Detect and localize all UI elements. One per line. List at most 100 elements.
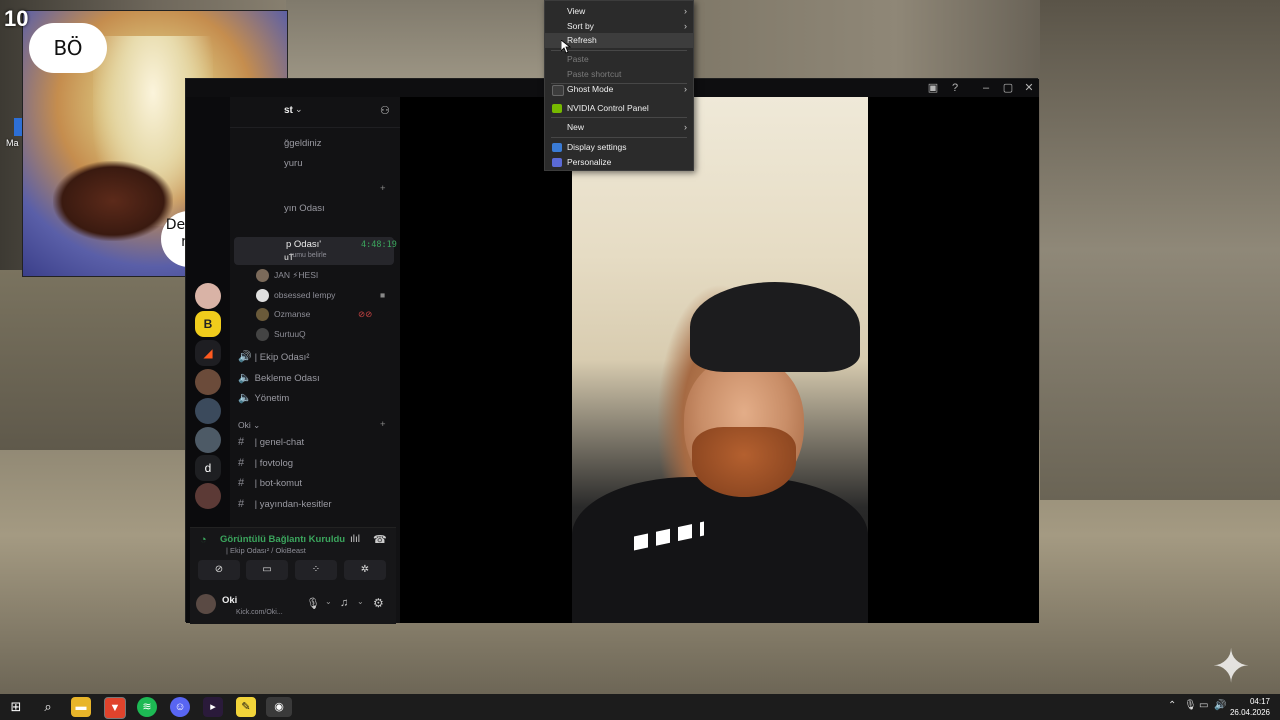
settings-gear-icon[interactable]: ⚙ (373, 596, 384, 610)
display-icon (552, 143, 562, 152)
close-button[interactable]: ✕ (1022, 81, 1036, 95)
minimize-button[interactable]: – (979, 81, 993, 95)
meme-speech-bubble-top: BÖ (29, 23, 107, 73)
channel-item-active-voice[interactable]: p Odası' 4:48:19 rumu belirle (234, 237, 397, 265)
add-channel-icon[interactable]: + (380, 180, 386, 198)
chevron-down-icon[interactable]: ⌄ (325, 597, 332, 606)
voice-channel-admin[interactable]: 🔈 Yönetim (238, 389, 289, 407)
microphone-icon[interactable]: 🎙 (1184, 700, 1197, 711)
server-icon-d[interactable]: d (195, 455, 221, 481)
chevron-right-icon: › (684, 84, 687, 94)
voice-channel-waiting[interactable]: 🔈 Bekleme Odası (238, 369, 320, 387)
chevron-right-icon: › (684, 21, 687, 31)
hashtag-icon: # (238, 457, 245, 469)
menu-item-view[interactable]: View › (545, 4, 693, 19)
volume-icon[interactable]: 🔊 (1214, 700, 1226, 711)
voice-member-2[interactable]: obsessed lempy (256, 287, 335, 303)
muted-icon: ⊘⊘ (358, 309, 373, 319)
add-member-icon[interactable]: ⚇ (380, 104, 390, 117)
soundboard-button[interactable]: ✲ (344, 560, 386, 580)
menu-item-display-settings[interactable]: Display settings (545, 140, 693, 155)
server-icon-1[interactable] (195, 283, 221, 309)
personalize-icon (552, 158, 562, 167)
voice-member-3[interactable]: Ozmanse (256, 306, 310, 322)
speaker-icon: 🔊 (238, 351, 252, 363)
text-channel-bot[interactable]: # | bot-komut (238, 474, 302, 492)
channel-item-stream-room[interactable]: yın Odası (284, 200, 325, 218)
voice-member-1[interactable]: JAN ⚡HESI (256, 267, 318, 283)
text-channel-fovtolog[interactable]: # | fovtolog (238, 454, 293, 472)
voice-channel-ekip[interactable]: 🔊 | Ekip Odası² (238, 348, 309, 366)
server-header[interactable]: st ⌄ ⚇ (230, 97, 400, 128)
clock[interactable]: 04:17 26.04.2026 (1226, 696, 1270, 718)
menu-item-paste-shortcut[interactable]: Paste shortcut (545, 67, 693, 82)
menu-item-personalize[interactable]: Personalize (545, 155, 693, 170)
text-channel-general[interactable]: # | genel-chat (238, 433, 304, 451)
category-header[interactable]: Oki ⌄ (238, 416, 260, 434)
menu-item-label: Sort by (567, 21, 594, 31)
camera-toggle-button[interactable]: ⊘ (198, 560, 240, 580)
help-icon[interactable]: ? (948, 81, 962, 95)
chevron-down-icon: ⌄ (295, 104, 303, 114)
user-panel: Oki Kick.com/Oki... 🎙 ⌄ ♫ ⌄ ⚙ (190, 588, 396, 624)
activities-button[interactable]: ⁘ (295, 560, 337, 580)
voice-status-text[interactable]: Görüntülü Bağlantı Kuruldu (220, 534, 345, 545)
chevron-down-icon[interactable]: ⌄ (357, 597, 364, 606)
server-icon-3[interactable]: ◢ (195, 340, 221, 366)
speaker-icon: 🔈 (238, 372, 252, 384)
file-explorer-icon[interactable]: ▬ (71, 697, 91, 717)
menu-item-label: Personalize (567, 157, 612, 167)
menu-item-label: View (567, 6, 586, 16)
network-icon[interactable]: ▭ (1199, 700, 1208, 711)
menu-item-label: NVIDIA Control Panel (567, 103, 649, 113)
inbox-icon[interactable]: ▣ (926, 81, 940, 95)
member-name: Ozmanse (274, 309, 311, 319)
voice-member-4[interactable]: SurtuuQ (256, 326, 306, 342)
text-channel-label: | yayından-kesitler (254, 499, 332, 510)
brave-browser-icon[interactable]: ▼ (104, 697, 126, 719)
video-feed[interactable] (572, 97, 868, 623)
server-icon-7[interactable] (195, 483, 221, 509)
spotify-icon[interactable]: ≋ (137, 697, 157, 717)
voice-channel-path[interactable]: | Ekip Odası² / OkiBeast (226, 546, 306, 555)
category-label: Oki (238, 420, 251, 430)
microphone-icon[interactable]: 🎙 (306, 597, 320, 610)
menu-item-paste[interactable]: Paste (545, 52, 693, 67)
server-icon-5[interactable] (195, 398, 221, 424)
chevron-up-icon[interactable]: ⌃ (1168, 700, 1176, 711)
clock-date: 26.04.2026 (1229, 708, 1270, 717)
menu-item-nvidia[interactable]: NVIDIA Control Panel (545, 101, 693, 116)
start-button[interactable]: ⊞ (6, 697, 26, 717)
desktop-shortcut-label[interactable]: Ma (6, 138, 19, 148)
menu-item-label: Paste shortcut (567, 69, 622, 79)
clock-time: 04:17 (1249, 697, 1270, 706)
channel-item-rules[interactable]: yuru (284, 155, 302, 173)
menu-item-new[interactable]: New › (545, 120, 693, 135)
server-icon-4[interactable] (195, 369, 221, 395)
add-channel-icon[interactable]: + (380, 416, 386, 434)
soundboard-icon[interactable]: ılıl (350, 534, 360, 545)
server-icon-2[interactable]: B (195, 311, 221, 337)
video-person-beard (692, 427, 796, 497)
maximize-button[interactable]: ▢ (1001, 81, 1015, 95)
app-icon-yellow[interactable]: ✎ (236, 697, 256, 717)
signal-icon: ◔ (200, 534, 207, 546)
text-channel-clips[interactable]: # | yayından-kesitler (238, 495, 332, 513)
headphones-icon[interactable]: ♫ (340, 597, 348, 609)
camera-icon: ■ (380, 290, 386, 300)
discord-icon[interactable]: ☺ (170, 697, 190, 717)
menu-item-sort-by[interactable]: Sort by › (545, 19, 693, 34)
disconnect-icon[interactable]: ☎ (373, 533, 387, 546)
server-icon-6[interactable] (195, 427, 221, 453)
app-icon-purple[interactable]: ▸ (203, 697, 223, 717)
search-icon[interactable]: ⌕ (38, 697, 58, 717)
overlay-counter: 10 (4, 6, 29, 31)
avatar[interactable] (196, 594, 216, 614)
channel-item-welcome[interactable]: ğgeldiniz (284, 135, 322, 153)
server-name: st (284, 105, 293, 116)
mouse-cursor-icon (561, 40, 571, 54)
menu-item-ghost-mode[interactable]: Ghost Mode › (545, 82, 693, 97)
screen-share-button[interactable]: ▭ (246, 560, 288, 580)
user-name: Oki (222, 595, 238, 606)
obs-icon[interactable]: ◉ (266, 697, 292, 717)
